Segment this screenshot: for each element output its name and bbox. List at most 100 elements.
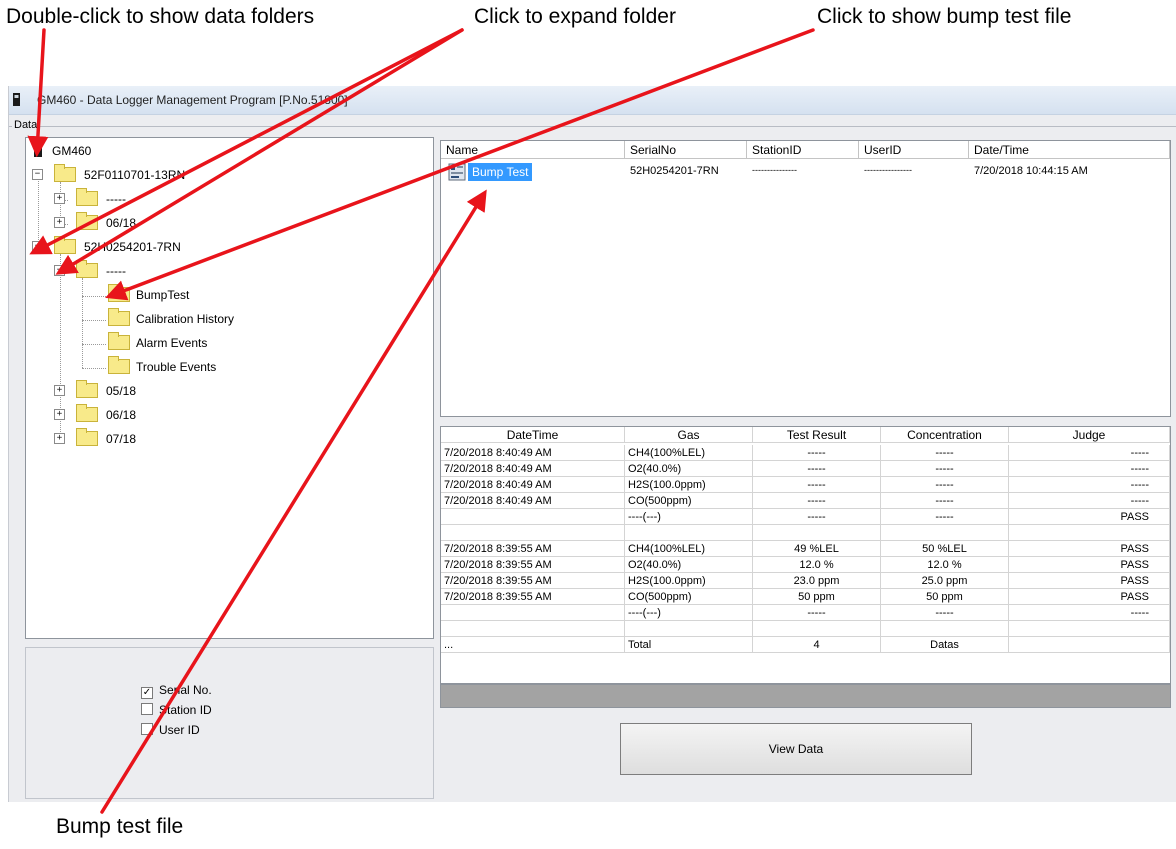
tree-item-label: 07/18 <box>106 432 137 446</box>
collapse-icon[interactable]: − <box>32 241 43 252</box>
results-row[interactable]: ... Total 4 Datas <box>441 637 1170 653</box>
expand-icon[interactable]: + <box>54 193 65 204</box>
folder-icon <box>108 356 130 374</box>
results-cell: ----- <box>1009 477 1170 493</box>
column-header-serial[interactable]: SerialNo <box>625 141 747 159</box>
results-cell: ----- <box>753 461 881 477</box>
results-header-test-result[interactable]: Test Result <box>753 427 881 443</box>
results-row[interactable] <box>441 525 1170 541</box>
tree-item-trouble[interactable]: Trouble Events <box>98 356 248 376</box>
results-row[interactable]: 7/20/2018 8:39:55 AM CH4(100%LEL) 49 %LEL 5… <box>441 541 1170 557</box>
results-row[interactable]: 7/20/2018 8:40:49 AM O2(40.0%) ----- ----- -… <box>441 461 1170 477</box>
results-cell: Datas <box>881 637 1009 653</box>
results-header-datetime[interactable]: DateTime <box>441 427 625 443</box>
column-header-user[interactable]: UserID <box>859 141 969 159</box>
results-cell: 12.0 % <box>881 557 1009 573</box>
results-row[interactable]: 7/20/2018 8:40:49 AM CO(500ppm) ----- -----… <box>441 493 1170 509</box>
tree-root[interactable]: GM460 <box>34 142 154 160</box>
tree-item-alarm[interactable]: Alarm Events <box>98 332 248 352</box>
results-cell: ----- <box>881 493 1009 509</box>
expand-icon[interactable]: + <box>54 385 65 396</box>
folder-tree[interactable]: GM460 − 52F0110701-13RN + ----- + 06/18 … <box>25 137 434 639</box>
results-scroll-area <box>440 684 1171 708</box>
results-cell <box>881 621 1009 637</box>
tree-item-label: 52H0254201-7RN <box>84 240 181 254</box>
tree-item-label: 05/18 <box>106 384 137 398</box>
checkbox-icon[interactable]: ✓ <box>141 687 153 699</box>
filter-user-checkbox[interactable]: User ID <box>141 723 200 737</box>
tree-item-serial-2[interactable]: − 52H0254201-7RN <box>32 236 232 256</box>
results-cell <box>753 525 881 541</box>
file-name-selected[interactable]: Bump Test <box>468 163 533 181</box>
column-header-station[interactable]: StationID <box>747 141 859 159</box>
results-header-gas[interactable]: Gas <box>625 427 753 443</box>
results-cell: 7/20/2018 8:40:49 AM <box>441 461 625 477</box>
folder-icon <box>54 236 76 254</box>
tree-item-bumptest[interactable]: BumpTest <box>98 284 248 304</box>
results-cell: O2(40.0%) <box>625 557 753 573</box>
annotation-show-bump: Click to show bump test file <box>817 5 1072 28</box>
results-row[interactable]: 7/20/2018 8:39:55 AM CO(500ppm) 50 ppm 50 p… <box>441 589 1170 605</box>
tree-item-label: Trouble Events <box>136 360 217 374</box>
results-cell: PASS <box>1009 557 1170 573</box>
tree-item-s2-folder[interactable]: − ----- <box>54 260 174 280</box>
filter-station-checkbox[interactable]: Station ID <box>141 703 212 717</box>
title-bar: GM460 - Data Logger Management Program [… <box>9 86 1176 115</box>
tree-item-serial-1[interactable]: − 52F0110701-13RN <box>32 164 232 184</box>
annotation-expand-folder: Click to expand folder <box>474 5 676 28</box>
results-row[interactable]: 7/20/2018 8:40:49 AM CH4(100%LEL) ----- ---… <box>441 445 1170 461</box>
results-cell <box>625 621 753 637</box>
results-row[interactable]: 7/20/2018 8:40:49 AM H2S(100.0ppm) ----- --… <box>441 477 1170 493</box>
tree-item-s1-child-2[interactable]: + 06/18 <box>54 212 174 232</box>
results-cell: ----- <box>753 605 881 621</box>
results-header-judge[interactable]: Judge <box>1009 427 1170 443</box>
results-row[interactable]: ----(---) ----- ----- PASS <box>441 509 1170 525</box>
folder-icon <box>76 404 98 422</box>
expand-icon[interactable]: + <box>54 409 65 420</box>
results-header-concentration[interactable]: Concentration <box>881 427 1009 443</box>
results-cell <box>881 525 1009 541</box>
file-station: --------------- <box>752 165 797 175</box>
tree-item-s1-child-1[interactable]: + ----- <box>54 188 174 208</box>
results-table[interactable]: DateTime Gas Test Result Concentration J… <box>440 426 1171 684</box>
results-cell: ----(---) <box>625 509 753 525</box>
results-cell: 23.0 ppm <box>753 573 881 589</box>
column-header-name[interactable]: Name <box>441 141 625 159</box>
tree-item-calibration[interactable]: Calibration History <box>98 308 268 328</box>
collapse-icon[interactable]: − <box>54 265 65 276</box>
checkbox-icon[interactable] <box>141 723 153 735</box>
filter-label: Station ID <box>159 703 212 717</box>
results-cell: PASS <box>1009 573 1170 589</box>
tree-item-label: BumpTest <box>136 288 190 302</box>
tree-item-month-3[interactable]: + 07/18 <box>54 428 174 448</box>
results-row[interactable]: 7/20/2018 8:39:55 AM H2S(100.0ppm) 23.0 pp… <box>441 573 1170 589</box>
tree-item-month-2[interactable]: + 06/18 <box>54 404 174 424</box>
tree-item-month-1[interactable]: + 05/18 <box>54 380 174 400</box>
results-row[interactable] <box>441 621 1170 637</box>
results-cell <box>753 621 881 637</box>
expand-icon[interactable]: + <box>54 217 65 228</box>
tree-item-label: ----- <box>106 192 126 206</box>
results-cell: CO(500ppm) <box>625 589 753 605</box>
results-cell: 7/20/2018 8:40:49 AM <box>441 477 625 493</box>
results-cell: CH4(100%LEL) <box>625 541 753 557</box>
file-list-view[interactable]: Name SerialNo StationID UserID Date/Time… <box>440 140 1171 417</box>
results-cell: ----- <box>1009 461 1170 477</box>
expand-icon[interactable]: + <box>54 433 65 444</box>
results-cell: ----- <box>1009 493 1170 509</box>
results-header-row: DateTime Gas Test Result Concentration J… <box>441 427 1170 443</box>
tree-item-label: Calibration History <box>136 312 235 326</box>
results-row[interactable]: ----(---) ----- ----- ----- <box>441 605 1170 621</box>
column-header-datetime[interactable]: Date/Time <box>969 141 1170 159</box>
checkbox-icon[interactable] <box>141 703 153 715</box>
results-cell: PASS <box>1009 509 1170 525</box>
results-cell <box>1009 525 1170 541</box>
results-cell: ----(---) <box>625 605 753 621</box>
view-data-button[interactable]: View Data <box>620 723 972 775</box>
results-cell: ----- <box>1009 605 1170 621</box>
tree-item-label: 06/18 <box>106 216 137 230</box>
collapse-icon[interactable]: − <box>32 169 43 180</box>
results-row[interactable]: 7/20/2018 8:39:55 AM O2(40.0%) 12.0 % 12.0 … <box>441 557 1170 573</box>
results-cell <box>625 525 753 541</box>
filter-serial-checkbox[interactable]: ✓ Serial No. <box>141 683 212 699</box>
